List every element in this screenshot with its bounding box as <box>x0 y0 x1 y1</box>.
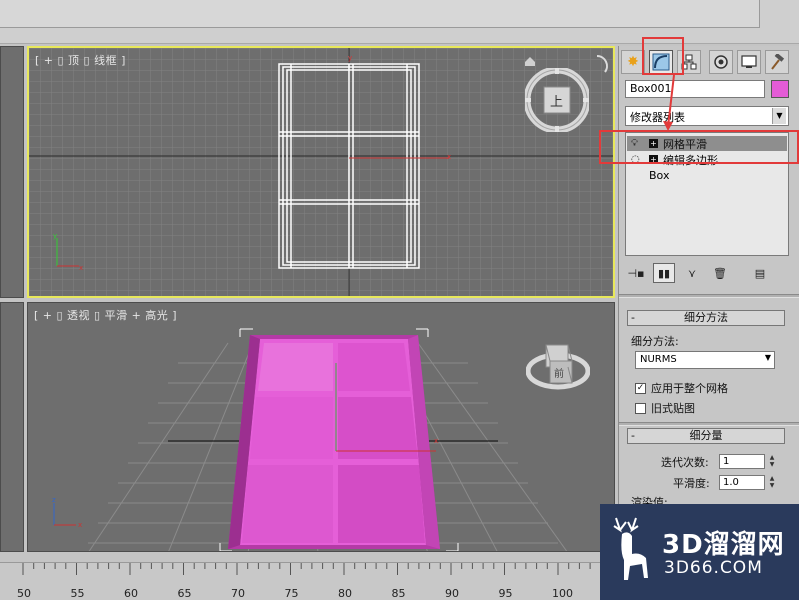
iterations-label: 迭代次数: <box>661 456 709 469</box>
annotation-arrow <box>663 75 675 131</box>
iterations-spinner[interactable]: 1 <box>719 454 765 469</box>
annotation-box-stack <box>599 130 799 164</box>
stack-toolbar: ⊣▪ ▮▮ ⋎ 🗑︎ ▤ <box>625 262 789 284</box>
checkbox-unchecked-icon <box>635 402 646 414</box>
subdivision-method-dropdown[interactable]: NURMS ▼ <box>635 351 775 369</box>
svg-text:y: y <box>348 54 352 62</box>
stack-item-box[interactable]: Box <box>627 168 787 183</box>
max-window: x y y x [ + ▯ 顶 ▯ 线框 ] 上 x z x [+ ▯ 透视 … <box>0 0 799 600</box>
rollout-title: 细分量 <box>689 429 723 442</box>
svg-text:y: y <box>53 232 57 240</box>
configure-sets-icon[interactable]: ▤ <box>749 263 771 283</box>
viewport-left-partial-bottom[interactable] <box>0 302 24 552</box>
toolbar-strip <box>0 0 760 28</box>
panel-divider <box>619 294 799 298</box>
panel-divider <box>619 422 799 426</box>
watermark-brand: 3D溜溜网 <box>662 530 785 560</box>
ruler-tick-label: 55 <box>70 587 85 600</box>
chevron-down-icon: ▼ <box>764 353 771 362</box>
ruler-tick-label: 50 <box>17 587 31 600</box>
checkbox-checked-icon: ✓ <box>635 382 646 394</box>
pin-stack-icon[interactable]: ⊣▪ <box>625 263 647 283</box>
ruler-tick-label: 60 <box>124 587 138 600</box>
svg-text:z: z <box>52 496 56 504</box>
collapse-minus-icon: - <box>631 429 635 442</box>
smoothness-spinner[interactable]: 1.0 <box>719 475 765 490</box>
modifier-list-dropdown[interactable]: 修改器列表 ▼ <box>625 106 789 126</box>
watermark-banner: 3D溜溜网 3D66.COM <box>600 504 799 600</box>
apply-whole-mesh-label: 应用于整个网格 <box>651 382 728 395</box>
apply-whole-mesh-checkbox[interactable]: ✓ 应用于整个网格 <box>635 380 728 396</box>
utilities-tab[interactable] <box>765 50 789 74</box>
rollout-subdivision-method-header[interactable]: - 细分方法 <box>627 310 785 326</box>
ruler-tick-label: 65 <box>177 587 192 600</box>
smoothed-box <box>228 335 440 549</box>
deer-logo-icon <box>613 517 648 580</box>
display-monitor-icon <box>741 55 757 68</box>
ruler-tick-label: 95 <box>498 587 513 600</box>
motion-icon <box>714 55 728 69</box>
ruler-tick-label: 90 <box>445 587 459 600</box>
viewport-left-partial-top[interactable] <box>0 46 24 298</box>
command-panel: ✸ Box001 修改器列表 ▼ 💡︎ + 网格平滑 ◌ + 编辑多边形 Box… <box>618 46 799 552</box>
chevron-down-icon: ▼ <box>772 108 786 124</box>
svg-text:x: x <box>78 521 82 529</box>
viewport-top[interactable]: x y y x [ + ▯ 顶 ▯ 线框 ] 上 <box>27 46 615 298</box>
motion-tab[interactable] <box>709 50 733 74</box>
ruler-tick-label: 85 <box>391 587 406 600</box>
top-viewport-label[interactable]: [ + ▯ 顶 ▯ 线框 ] <box>35 52 126 68</box>
old-style-mapping-label: 旧式贴图 <box>651 402 695 415</box>
collapse-minus-icon: - <box>631 311 635 324</box>
ruler-tick-label: 75 <box>284 587 299 600</box>
object-color-swatch[interactable] <box>771 80 789 98</box>
subdivision-method-value: NURMS <box>640 354 677 365</box>
ruler-tick-label: 100 <box>552 587 573 600</box>
annotation-box-modify-tab <box>642 37 684 75</box>
watermark-url: 3D66.COM <box>664 558 763 578</box>
viewcube-persp-face-label: 前 <box>554 369 564 380</box>
display-tab[interactable] <box>737 50 761 74</box>
remove-modifier-icon[interactable]: 🗑︎ <box>709 263 731 283</box>
make-unique-icon[interactable]: ⋎ <box>681 263 703 283</box>
svg-text:x: x <box>434 437 438 445</box>
stack-item-label: Box <box>649 169 670 182</box>
hammer-icon <box>771 54 785 70</box>
spinner-arrows-icon[interactable]: ▲ ▼ <box>767 454 777 469</box>
perspective-viewport-label[interactable]: [ + ▯ 透视 ▯ 平滑 + 高光 ] <box>34 307 177 323</box>
ruler-tick-label: 80 <box>338 587 352 600</box>
old-style-mapping-checkbox[interactable]: 旧式贴图 <box>635 400 695 416</box>
svg-text:x: x <box>447 153 451 161</box>
show-end-result-icon[interactable]: ▮▮ <box>653 263 675 283</box>
sun-icon: ✸ <box>627 54 639 70</box>
rollout-subdivision-amount-header[interactable]: - 细分量 <box>627 428 785 444</box>
subdivision-method-label: 细分方法: <box>631 335 679 348</box>
object-name-input[interactable]: Box001 <box>625 80 765 98</box>
viewport-perspective[interactable]: x z x [ + ▯ 透视 ▯ 平滑 + 高光 ] 前 <box>27 302 615 552</box>
viewcube-top-face-label: 上 <box>550 95 564 110</box>
rollout-title: 细分方法 <box>684 311 728 324</box>
spinner-arrows-icon[interactable]: ▲ ▼ <box>767 475 777 490</box>
svg-text:x: x <box>79 264 83 272</box>
ruler-tick-label: 70 <box>231 587 245 600</box>
smoothness-label: 平滑度: <box>673 477 710 490</box>
